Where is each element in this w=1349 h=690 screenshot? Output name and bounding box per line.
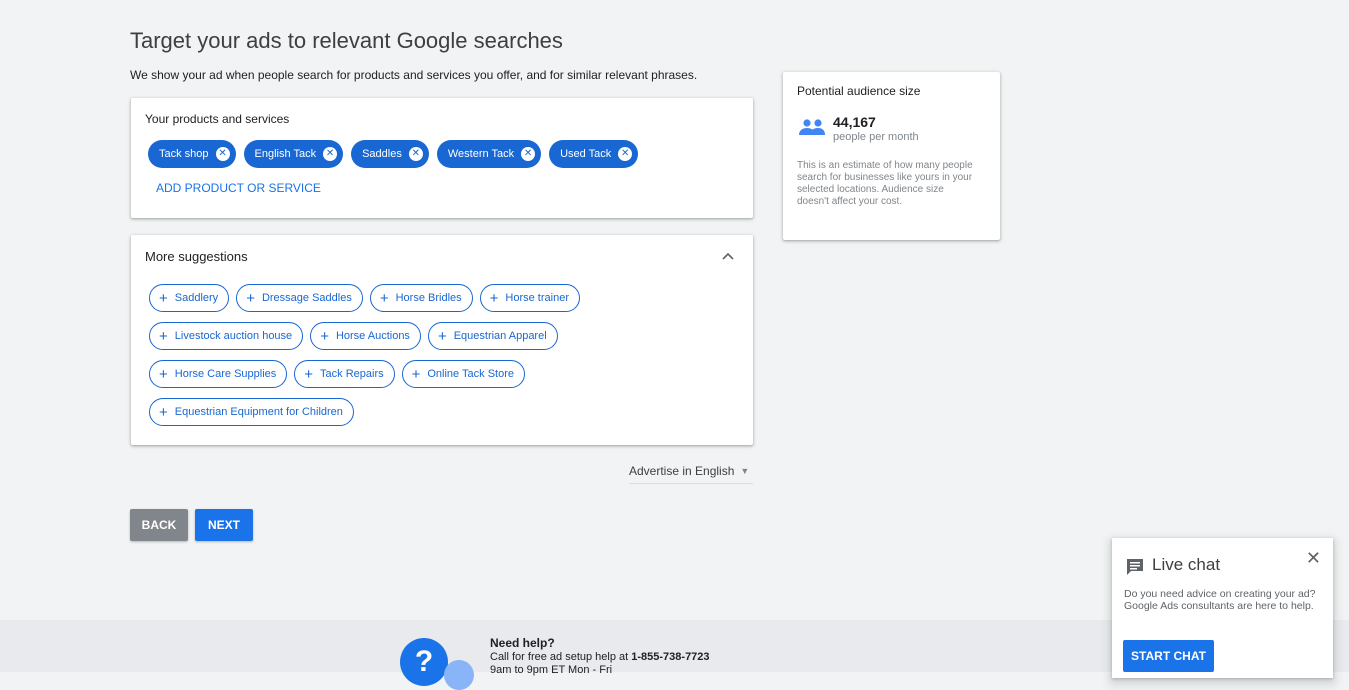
start-chat-button[interactable]: START CHAT [1123,640,1214,672]
suggestion-label: Equestrian Apparel [453,330,547,342]
suggestion-row: + Saddlery + Dressage Saddles + Horse Bridl… [149,284,580,312]
suggestion-chip[interactable]: + Dressage Saddles [236,284,363,312]
suggestion-list: + Saddlery + Dressage Saddles + Horse Bridl… [149,284,580,436]
chat-description: Do you need advice on creating your ad? … [1124,588,1316,612]
chat-bubble-icon [444,660,474,690]
audience-heading: Potential audience size [797,84,921,98]
product-chip[interactable]: Western Tack ✕ [436,140,542,168]
plus-icon: + [411,365,421,383]
close-icon[interactable]: ✕ [1306,548,1321,569]
language-select[interactable]: Advertise in English ▼ [629,464,753,484]
products-card: Your products and services Tack shop ✕ En… [131,98,753,218]
plus-icon: + [159,327,168,345]
audience-unit: people per month [833,131,919,143]
suggestion-label: Tack Repairs [320,368,384,380]
remove-chip-icon[interactable]: ✕ [408,147,423,161]
people-icon [798,118,826,141]
suggestion-label: Horse Auctions [335,330,410,342]
product-chip[interactable]: Saddles ✕ [351,140,429,168]
help-call-line: Call for free ad setup help at 1-855-738… [490,651,710,663]
remove-chip-icon[interactable]: ✕ [618,147,633,161]
plus-icon: + [320,327,329,345]
product-chip[interactable]: Used Tack ✕ [549,140,639,168]
chip-label: Used Tack [560,148,612,160]
suggestion-label: Online Tack Store [427,368,514,380]
live-chat-card: Live chat ✕ Do you need advice on creati… [1112,538,1333,678]
suggestion-row: + Horse Care Supplies + Tack Repairs + Onli… [149,360,580,388]
remove-chip-icon[interactable]: ✕ [215,147,230,161]
page-subtitle: We show your ad when people search for p… [130,68,698,82]
plus-icon: + [246,289,255,307]
product-chip[interactable]: English Tack ✕ [243,140,344,168]
suggestion-chip[interactable]: + Equestrian Equipment for Children [149,398,354,426]
chip-label: Saddles [362,148,402,160]
suggestion-label: Horse Bridles [395,292,462,304]
products-heading: Your products and services [145,112,290,126]
back-button[interactable]: BACK [130,509,188,541]
help-hours: 9am to 9pm ET Mon - Fri [490,664,613,676]
plus-icon: + [437,327,447,345]
suggestion-label: Equestrian Equipment for Children [174,406,343,418]
chip-label: Tack shop [159,148,209,160]
suggestion-label: Saddlery [174,292,219,304]
help-title: Need help? [490,636,555,650]
suggestion-chip[interactable]: + Horse trainer [479,284,580,312]
suggestions-card: More suggestions + Saddlery + Dressage Sad… [131,235,753,445]
help-icon: ? [400,638,448,686]
remove-chip-icon[interactable]: ✕ [323,147,338,161]
suggestion-label: Dressage Saddles [261,292,352,304]
suggestion-chip[interactable]: + Horse Care Supplies [149,360,288,388]
suggestion-chip[interactable]: + Horse Auctions [310,322,421,350]
add-product-link[interactable]: ADD PRODUCT OR SERVICE [156,181,321,195]
remove-chip-icon[interactable]: ✕ [521,147,536,161]
suggestion-chip[interactable]: + Online Tack Store [401,360,525,388]
suggestion-label: Horse trainer [505,292,569,304]
audience-card: Potential audience size 44,167 people pe… [783,72,1000,240]
plus-icon: + [159,289,168,307]
suggestion-chip[interactable]: + Saddlery [149,284,230,312]
suggestion-row: + Equestrian Equipment for Children [149,398,580,426]
suggestion-chip[interactable]: + Equestrian Apparel [427,322,558,350]
suggestion-chip[interactable]: + Livestock auction house [149,322,304,350]
chip-label: Western Tack [447,148,515,160]
plus-icon: + [304,365,314,383]
suggestion-label: Livestock auction house [174,330,293,342]
page-title: Target your ads to relevant Google searc… [130,28,563,53]
product-chip[interactable]: Tack shop ✕ [148,140,236,168]
plus-icon: + [159,365,168,383]
product-chip-list: Tack shop ✕ English Tack ✕ Saddles ✕ Wester… [148,140,639,168]
plus-icon: + [489,289,499,307]
audience-count: 44,167 [833,114,876,130]
suggestions-heading: More suggestions [145,249,248,264]
suggestion-chip[interactable]: + Tack Repairs [294,360,395,388]
suggestion-row: + Livestock auction house + Horse Auctions… [149,322,580,350]
chat-title: Live chat [1152,555,1221,574]
chat-icon [1126,558,1144,580]
help-call-text: Call for free ad setup help at [490,651,632,663]
help-phone[interactable]: 1-855-738-7723 [631,651,709,663]
chip-label: English Tack [254,148,317,160]
suggestion-chip[interactable]: + Horse Bridles [369,284,473,312]
dropdown-arrow-icon: ▼ [740,466,750,476]
language-label: Advertise in English [629,464,735,478]
next-button[interactable]: NEXT [195,509,253,541]
chevron-up-icon[interactable] [721,249,735,263]
plus-icon: + [159,403,168,421]
audience-description: This is an estimate of how many people s… [797,160,973,207]
plus-icon: + [379,289,389,307]
suggestion-label: Horse Care Supplies [174,368,277,380]
